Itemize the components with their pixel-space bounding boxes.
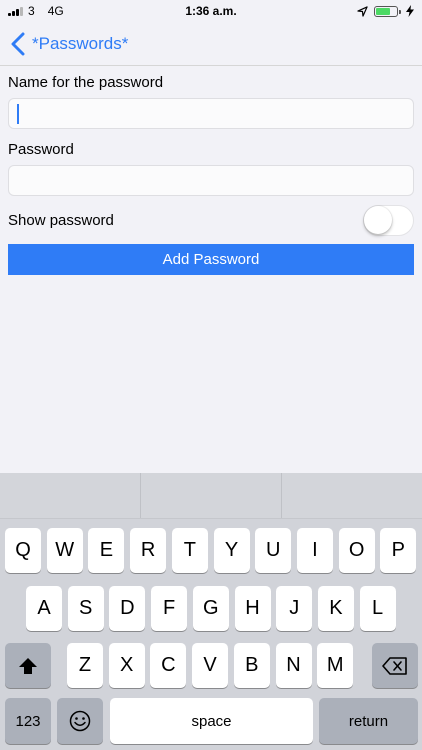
backspace-icon — [382, 656, 407, 675]
suggestion-slot[interactable] — [141, 473, 282, 518]
status-bar: 3 4G 1:36 a.m. — [0, 0, 422, 22]
status-time: 1:36 a.m. — [185, 4, 237, 18]
battery-level — [376, 7, 390, 15]
key-w[interactable]: W — [46, 528, 83, 573]
key-a[interactable]: A — [26, 586, 62, 631]
key-b[interactable]: B — [233, 643, 270, 688]
suggestion-slot[interactable] — [282, 473, 422, 518]
key-q[interactable]: Q — [5, 528, 41, 573]
password-name-input[interactable] — [8, 98, 414, 129]
text-cursor — [17, 104, 19, 124]
key-x[interactable]: X — [108, 643, 145, 688]
key-t[interactable]: T — [171, 528, 208, 573]
key-u[interactable]: U — [255, 528, 292, 573]
chevron-left-icon — [11, 32, 25, 55]
navigation-bar: *Passwords* — [0, 22, 422, 66]
key-k[interactable]: K — [317, 586, 354, 631]
key-v[interactable]: V — [192, 643, 229, 688]
key-m[interactable]: M — [317, 643, 354, 688]
shift-key[interactable] — [5, 643, 51, 688]
back-button-label: *Passwords* — [32, 33, 129, 53]
show-password-label: Show password — [8, 212, 114, 229]
predictive-bar — [0, 473, 422, 519]
numbers-key[interactable]: 123 — [5, 698, 51, 744]
add-password-button[interactable]: Add Password — [8, 244, 414, 275]
shift-arrow-icon — [19, 657, 37, 674]
key-e[interactable]: E — [88, 528, 125, 573]
key-s[interactable]: S — [67, 586, 104, 631]
space-key[interactable]: space — [110, 698, 313, 744]
keyboard: QWERTYUIOP ASDFGHJKL ZXCVBNM 123 space ret… — [0, 473, 422, 750]
key-p[interactable]: P — [380, 528, 417, 573]
key-j[interactable]: J — [276, 586, 313, 631]
key-d[interactable]: D — [109, 586, 146, 631]
name-field-label: Name for the password — [8, 74, 164, 91]
battery-icon — [374, 5, 401, 17]
key-c[interactable]: C — [150, 643, 187, 688]
show-password-toggle[interactable] — [363, 205, 414, 236]
show-password-row: Show password — [8, 205, 414, 236]
key-f[interactable]: F — [151, 586, 188, 631]
key-y[interactable]: Y — [213, 528, 250, 573]
key-l[interactable]: L — [359, 586, 396, 631]
key-z[interactable]: Z — [67, 643, 103, 688]
key-n[interactable]: N — [275, 643, 312, 688]
back-button[interactable]: *Passwords* — [10, 32, 128, 56]
suggestion-slot[interactable] — [0, 473, 141, 518]
key-o[interactable]: O — [338, 528, 375, 573]
password-field-label: Password — [8, 141, 74, 158]
emoji-icon — [69, 710, 91, 732]
key-r[interactable]: R — [130, 528, 167, 573]
key-g[interactable]: G — [192, 586, 229, 631]
return-key[interactable]: return — [319, 698, 418, 744]
password-input[interactable] — [8, 165, 414, 196]
toggle-knob — [364, 206, 392, 234]
key-h[interactable]: H — [234, 586, 271, 631]
add-password-form: Name for the password Password Show pass… — [8, 66, 414, 275]
key-i[interactable]: I — [296, 528, 333, 573]
delete-key[interactable] — [372, 643, 418, 688]
emoji-key[interactable] — [57, 698, 103, 744]
